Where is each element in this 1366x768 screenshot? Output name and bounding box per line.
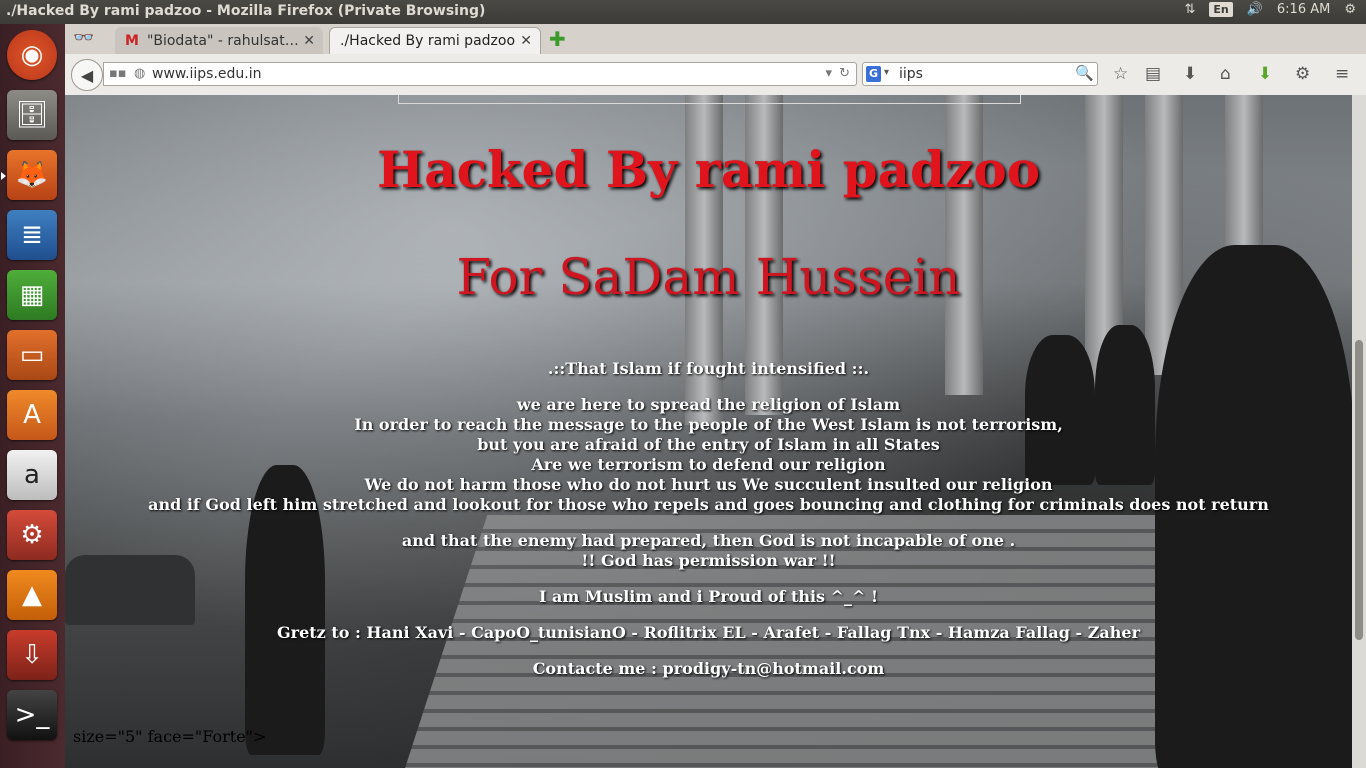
message-line: and that the enemy had prepared, then Go… [401, 531, 1016, 550]
software-center-icon[interactable]: A [7, 390, 57, 440]
message-line: We do not harm those who do not hurt us … [364, 475, 1053, 494]
url-text[interactable]: www.iips.edu.in [152, 66, 262, 82]
search-bar[interactable]: G ▾ iips 🔍 [862, 62, 1098, 86]
network-icon[interactable]: ⇅ [1184, 2, 1195, 17]
running-indicator [1, 172, 6, 180]
files-icon[interactable]: 🗄 [7, 90, 57, 140]
message-line: In order to reach the message to the peo… [354, 415, 1063, 434]
back-button[interactable]: ◀ [71, 59, 103, 91]
system-tray: ⇅ En 🔊 6:16 AM ⚙ [1184, 2, 1356, 17]
window-title: ./Hacked By rami padzoo - Mozilla Firefo… [6, 3, 486, 19]
page-headline: Hacked By rami padzoo [376, 140, 1041, 199]
home-icon[interactable]: ⌂ [1220, 64, 1231, 84]
back-arrow-icon: ◀ [80, 65, 94, 85]
tab-biodata[interactable]: M "Biodata" - rahulsat… ✕ [115, 27, 323, 54]
tab-hacked[interactable]: ./Hacked By rami padzoo ✕ [329, 27, 541, 54]
firefox-icon[interactable]: 🦊 [7, 150, 57, 200]
amazon-icon[interactable]: a [7, 450, 57, 500]
clock[interactable]: 6:16 AM [1277, 2, 1330, 17]
terminal-icon[interactable]: >_ [7, 690, 57, 740]
new-tab-icon[interactable]: ✚ [549, 27, 566, 51]
globe-icon: ◍ [134, 66, 146, 81]
download-helper-icon[interactable]: ⬇ [1258, 64, 1272, 84]
message-line: but you are afraid of the entry of Islam… [477, 435, 940, 454]
update-manager-icon[interactable]: ⇩ [7, 630, 57, 680]
url-bar[interactable]: ▪▪ ◍ www.iips.edu.in ▾ ↻ [103, 62, 857, 86]
impress-icon[interactable]: ▭ [7, 330, 57, 380]
message-line: I am Muslim and i Proud of this ^_^ ! [538, 587, 879, 606]
window-titlebar: ./Hacked By rami padzoo - Mozilla Firefo… [0, 0, 1366, 24]
reading-list-icon[interactable]: ▤ [1145, 64, 1161, 84]
power-icon[interactable]: ⚙ [1344, 2, 1356, 17]
search-icon[interactable]: 🔍 [1075, 64, 1094, 82]
sidebar-icon: ▪▪ [109, 66, 127, 81]
scrollbar-thumb[interactable] [1355, 340, 1363, 640]
bookmark-star-icon[interactable]: ☆ [1113, 64, 1128, 84]
message-line: Are we terrorism to defend our religion [531, 455, 886, 474]
stray-markup-text: size="5" face="Forte"> [73, 727, 267, 746]
page-subheadline: For SaDam Hussein [456, 248, 961, 306]
tab-strip: 👓 M "Biodata" - rahulsat… ✕ ./Hacked By … [65, 24, 1366, 55]
page-scrollbar[interactable] [1352, 95, 1366, 768]
google-icon[interactable]: G [866, 66, 881, 82]
tab-label: ./Hacked By rami padzoo [340, 33, 516, 49]
gmail-icon: M [125, 32, 139, 49]
greetings-line: Gretz to : Hani Xavi - CapoO_tunisianO -… [277, 623, 1140, 642]
menu-icon[interactable]: ≡ [1335, 64, 1349, 84]
close-icon[interactable]: ✕ [520, 33, 532, 49]
unity-launcher: ◉ 🗄 🦊 ≣ ▦ ▭ A a ⚙ ▲ ⇩ >_ [0, 24, 66, 768]
downloads-icon[interactable]: ⬇ [1183, 64, 1197, 84]
close-icon[interactable]: ✕ [303, 33, 315, 49]
vlc-icon[interactable]: ▲ [7, 570, 57, 620]
message-line: !! God has permission war !! [581, 551, 836, 570]
web-page: Hacked By rami padzoo For SaDam Hussein … [65, 95, 1352, 768]
url-dropdown-icon[interactable]: ▾ [825, 66, 832, 81]
message-line: and if God left him stretched and lookou… [148, 495, 1269, 514]
volume-icon[interactable]: 🔊 [1247, 2, 1263, 17]
search-input[interactable]: iips [899, 66, 923, 82]
keyboard-layout-indicator[interactable]: En [1209, 2, 1233, 17]
addon-icon[interactable]: ⚙ [1295, 64, 1310, 84]
reload-icon[interactable]: ↻ [839, 66, 850, 81]
page-top-border [398, 95, 1021, 104]
calc-icon[interactable]: ▦ [7, 270, 57, 320]
navigation-toolbar: ◀ ▪▪ ◍ www.iips.edu.in ▾ ↻ G ▾ iips 🔍 ☆ … [65, 54, 1366, 96]
tab-label: "Biodata" - rahulsat… [146, 32, 299, 49]
message-line: we are here to spread the religion of Is… [516, 395, 901, 414]
contact-line: Contacte me : prodigy-tn@hotmail.com [532, 659, 885, 678]
system-settings-icon[interactable]: ⚙ [7, 510, 57, 560]
private-browsing-mask-icon: 👓 [73, 28, 95, 48]
message-line: .::That Islam if fought intensified ::. [547, 359, 870, 378]
ubuntu-dash-icon[interactable]: ◉ [7, 30, 57, 80]
writer-icon[interactable]: ≣ [7, 210, 57, 260]
engine-dropdown-icon[interactable]: ▾ [884, 67, 889, 78]
